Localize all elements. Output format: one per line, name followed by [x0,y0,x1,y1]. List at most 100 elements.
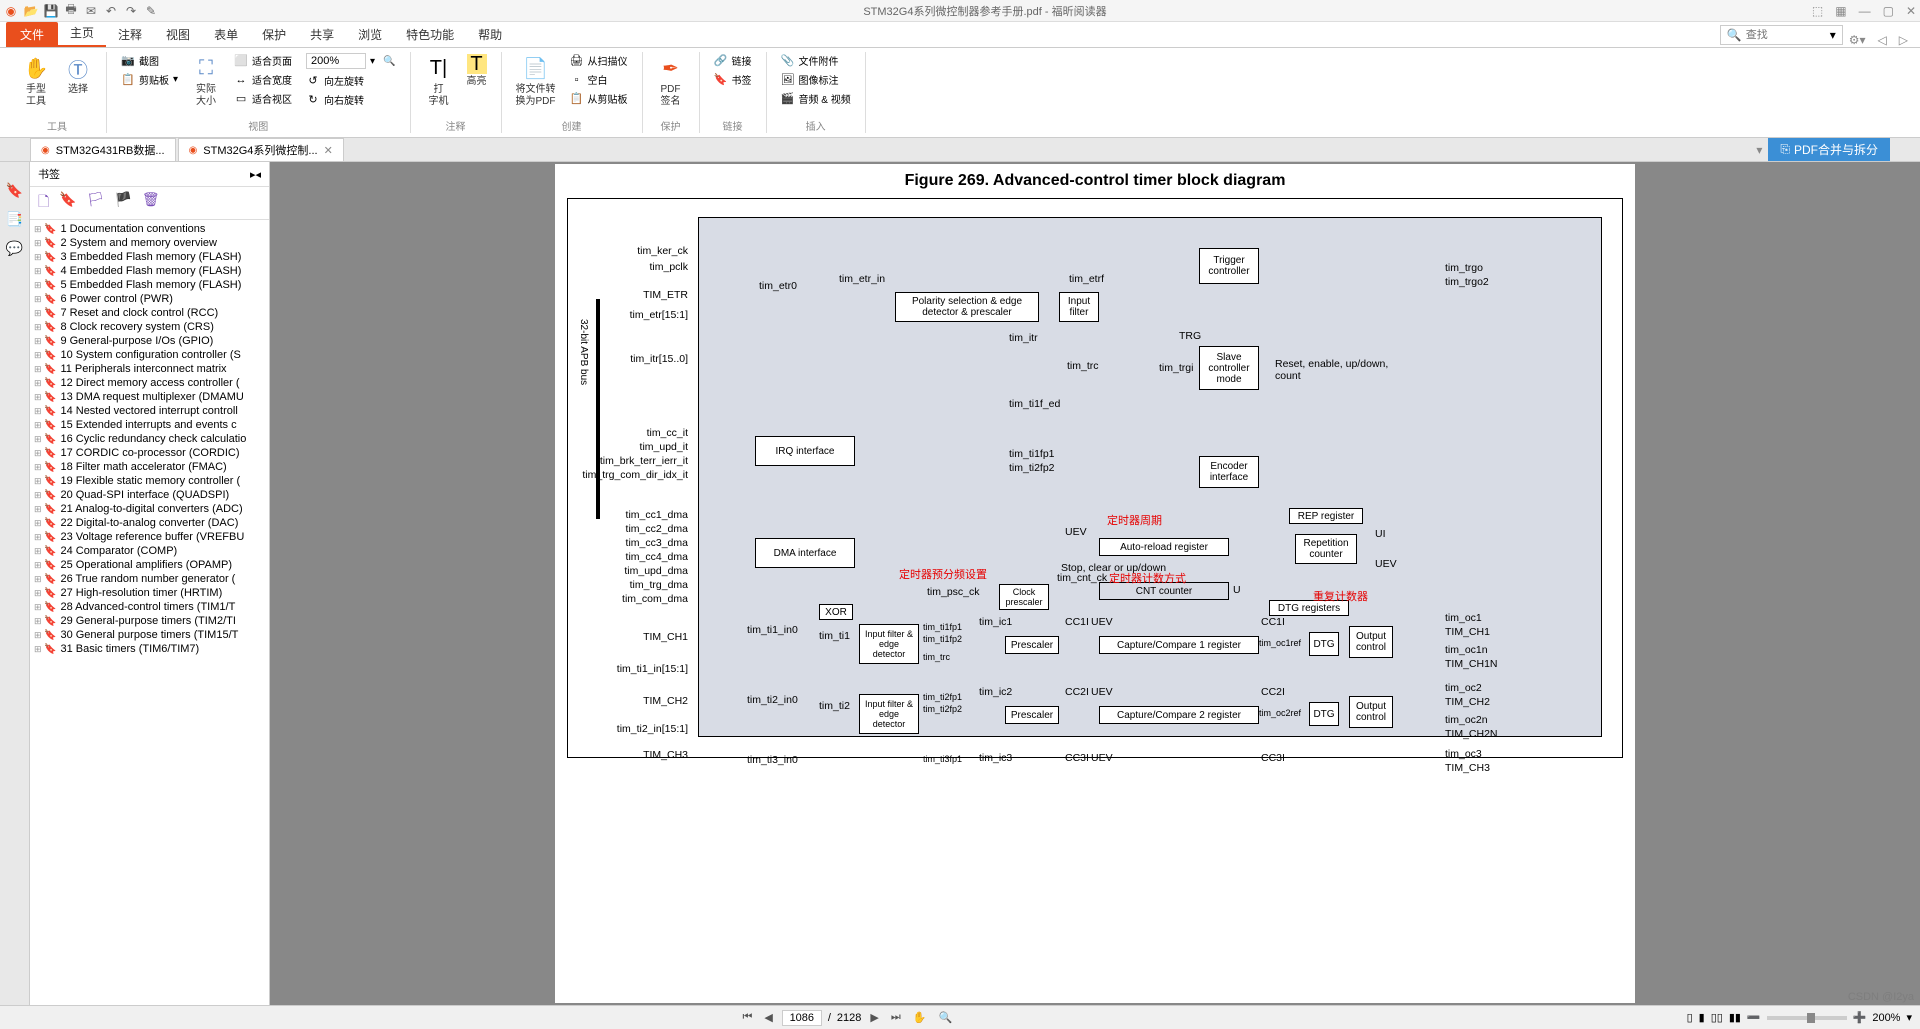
bookmarks-list[interactable]: ⊞🔖1 Documentation conventions⊞🔖2 System … [30,220,269,1005]
tab-dropdown-icon[interactable]: ▾ [1750,143,1768,157]
bookmark-item[interactable]: ⊞🔖7 Reset and clock control (RCC) [30,306,269,320]
tab-1[interactable]: ◉STM32G431RB数据... [30,138,176,161]
bookmark-item[interactable]: ⊞🔖18 Filter math accelerator (FMAC) [30,460,269,474]
menu-share[interactable]: 共享 [298,22,346,47]
bookmark-item[interactable]: ⊞🔖8 Clock recovery system (CRS) [30,320,269,334]
bookmark-item[interactable]: ⊞🔖1 Documentation conventions [30,222,269,236]
prev-page-icon[interactable]: ◀ [761,1011,775,1024]
sign-button[interactable]: ✒PDF 签名 [653,52,689,110]
blank-button[interactable]: ▫空白 [566,71,632,88]
bookmark-item[interactable]: ⊞🔖9 General-purpose I/Os (GPIO) [30,334,269,348]
print-icon[interactable]: 🖶 [64,4,78,18]
search-dropdown-icon[interactable]: ▾ [1830,28,1836,42]
bm-nav1-icon[interactable]: 🏳 [87,191,105,215]
bookmark-item[interactable]: ⊞🔖20 Quad-SPI interface (QUADSPI) [30,488,269,502]
bookmark-item[interactable]: ⊞🔖2 System and memory overview [30,236,269,250]
tab-2[interactable]: ◉STM32G4系列微控制...✕ [178,138,344,161]
next-page-icon[interactable]: ▶ [867,1011,881,1024]
view-cont-facing-icon[interactable]: ▮▮ [1729,1011,1741,1024]
clipboard-button[interactable]: 📋剪贴板▾ [117,71,182,88]
link-button[interactable]: 🔗链接 [710,52,756,69]
save-icon[interactable]: 💾 [44,4,58,18]
bookmark-item[interactable]: ⊞🔖29 General-purpose timers (TIM2/TI [30,614,269,628]
page-input[interactable] [782,1010,822,1026]
bookmark-item[interactable]: ⊞🔖4 Embedded Flash memory (FLASH) [30,264,269,278]
hand-tool-button[interactable]: ✋手型 工具 [18,52,54,110]
zoom-out-icon[interactable]: ➖ [1747,1011,1761,1024]
bookmark-item[interactable]: ⊞🔖17 CORDIC co-processor (CORDIC) [30,446,269,460]
from-scan-button[interactable]: 🖨从扫描仪 [566,52,632,69]
menu-home[interactable]: 主页 [58,20,106,47]
bm-nav2-icon[interactable]: 🏴 [114,191,131,215]
bookmark-item[interactable]: ⊞🔖12 Direct memory access controller ( [30,376,269,390]
comment-panel-icon[interactable]: 💬 [6,240,23,257]
page-panel-icon[interactable]: 📑 [6,211,23,228]
bookmark-item[interactable]: ⊞🔖19 Flexible static memory controller ( [30,474,269,488]
av-button[interactable]: 🎬音频 & 视频 [777,90,855,107]
bookmark-item[interactable]: ⊞🔖14 Nested vectored interrupt controll [30,404,269,418]
actual-size-button[interactable]: ⛶实际 大小 [188,52,224,110]
new-bookmark-icon[interactable]: 🗋 [38,191,49,215]
menu-help[interactable]: 帮助 [466,22,514,47]
menu-file[interactable]: 文件 [6,22,58,47]
search-box[interactable]: 🔍 ▾ [1720,25,1843,45]
hand-drag-icon[interactable]: ✋ [910,1011,930,1024]
menu-protect[interactable]: 保护 [250,22,298,47]
bookmark-item[interactable]: ⊞🔖28 Advanced-control timers (TIM1/T [30,600,269,614]
document-viewport[interactable]: Figure 269. Advanced-control timer block… [270,162,1920,1005]
skin-icon[interactable]: ⬚ [1812,4,1823,18]
grid-icon[interactable]: ▦ [1835,4,1846,18]
bookmark-item[interactable]: ⊞🔖27 High-resolution timer (HRTIM) [30,586,269,600]
menu-browse[interactable]: 浏览 [346,22,394,47]
bookmark-item[interactable]: ⊞🔖11 Peripherals interconnect matrix [30,362,269,376]
redo-icon[interactable]: ↷ [124,4,138,18]
snapshot-button[interactable]: 📷截图 [117,52,182,69]
view-single-icon[interactable]: ▯ [1687,1011,1693,1024]
view-cont-icon[interactable]: ▮ [1699,1011,1705,1024]
open-icon[interactable]: 📂 [24,4,38,18]
bookmark-item[interactable]: ⊞🔖6 Power control (PWR) [30,292,269,306]
menu-feature[interactable]: 特色功能 [394,22,466,47]
close-tab-icon[interactable]: ✕ [324,144,333,157]
bookmark-button[interactable]: 🔖书签 [710,71,756,88]
bookmark-item[interactable]: ⊞🔖21 Analog-to-digital converters (ADC) [30,502,269,516]
bookmark-item[interactable]: ⊞🔖16 Cyclic redundancy check calculatio [30,432,269,446]
close-icon[interactable]: ✕ [1906,4,1916,18]
bookmark-item[interactable]: ⊞🔖10 System configuration controller (S [30,348,269,362]
bookmark-item[interactable]: ⊞🔖23 Voltage reference buffer (VREFBU [30,530,269,544]
typewriter-button[interactable]: T|打 字机 [421,52,457,110]
zoom-dropdown-icon[interactable]: ▾ [1906,1011,1912,1024]
from-clip-button[interactable]: 📋从剪贴板 [566,90,632,107]
merge-split-button[interactable]: ⎘PDF合并与拆分 [1768,138,1890,161]
first-page-icon[interactable]: ⏮ [739,1011,755,1024]
zoom-select[interactable]: ▾🔍 [302,52,399,70]
mail-icon[interactable]: ✉ [84,4,98,18]
gear-icon[interactable]: ⚙▾ [1843,33,1872,47]
highlight-button[interactable]: T高亮 [463,52,491,90]
undo-icon[interactable]: ↶ [104,4,118,18]
rotate-right-button[interactable]: ↻向右旋转 [302,91,399,108]
menu-view[interactable]: 视图 [154,22,202,47]
attach-button[interactable]: 📎文件附件 [777,52,855,69]
bookmark-item[interactable]: ⊞🔖13 DMA request multiplexer (DMAMU [30,390,269,404]
bookmark-item[interactable]: ⊞🔖5 Embedded Flash memory (FLASH) [30,278,269,292]
menu-comment[interactable]: 注释 [106,22,154,47]
bookmark-item[interactable]: ⊞🔖31 Basic timers (TIM6/TIM7) [30,642,269,656]
to-pdf-button[interactable]: 📄将文件转 换为PDF [512,52,560,110]
rotate-left-button[interactable]: ↺向左旋转 [302,72,399,89]
brush-icon[interactable]: ✎ [144,4,158,18]
fit-page-button[interactable]: ⬜适合页面 [230,52,296,69]
bookmark-item[interactable]: ⊞🔖15 Extended interrupts and events c [30,418,269,432]
fit-visible-button[interactable]: ▭适合视区 [230,90,296,107]
minimize-icon[interactable]: — [1859,4,1871,18]
bookmark-item[interactable]: ⊞🔖25 Operational amplifiers (OPAMP) [30,558,269,572]
zoom-slider[interactable] [1767,1016,1847,1020]
collapse-icon[interactable]: ▸◂ [250,168,261,181]
last-page-icon[interactable]: ⏭ [888,1011,904,1024]
fit-width-button[interactable]: ↔适合宽度 [230,71,296,88]
nav-back-icon[interactable]: ◁ [1872,33,1893,47]
bookmark-item[interactable]: ⊞🔖26 True random number generator ( [30,572,269,586]
view-facing-icon[interactable]: ▯▯ [1711,1011,1723,1024]
search-input[interactable] [1746,29,1826,41]
select-button[interactable]: Ⓣ选择 [60,52,96,98]
